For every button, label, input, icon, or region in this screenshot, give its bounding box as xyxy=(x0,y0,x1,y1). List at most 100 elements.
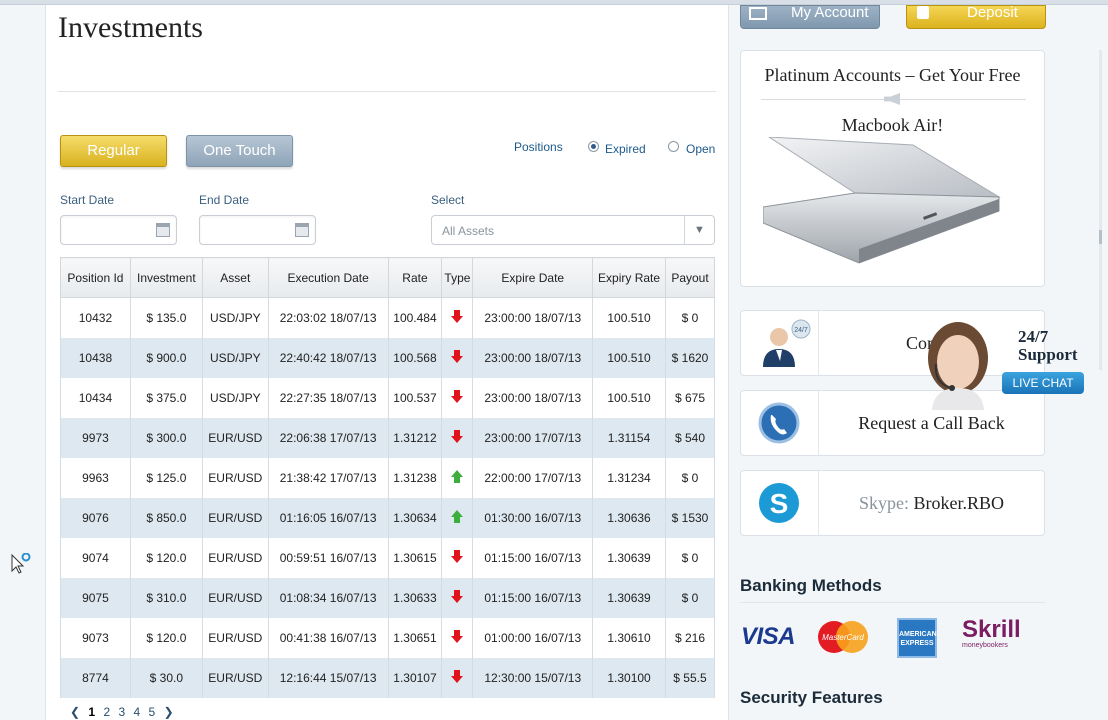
col-payout[interactable]: Payout xyxy=(664,257,716,298)
end-date-label: End Date xyxy=(199,193,250,207)
support-agent-icon: 24/7 xyxy=(763,319,811,367)
table-row[interactable]: 10438 $ 900.0 USD/JPY 22:40:42 18/07/13 100.… xyxy=(60,337,716,378)
cell-rate: 100.568 xyxy=(387,337,443,378)
arrow-down-icon xyxy=(451,309,464,323)
calendar-icon[interactable] xyxy=(156,223,170,237)
page-link[interactable]: 3 xyxy=(118,705,125,719)
cell-asset: EUR/USD xyxy=(201,657,269,698)
table-row[interactable]: 9973 $ 300.0 EUR/USD 22:06:38 17/07/13 1.312… xyxy=(60,417,716,458)
scrollbar[interactable] xyxy=(1093,50,1103,370)
arrow-up-icon xyxy=(451,509,464,523)
banking-methods-heading: Banking Methods xyxy=(740,576,882,595)
cell-expire-date: 01:30:00 16/07/13 xyxy=(472,497,594,538)
amex-line-1: AMERICAN xyxy=(899,631,937,638)
table-row[interactable]: 10432 $ 135.0 USD/JPY 22:03:02 18/07/13 100.… xyxy=(60,297,716,338)
skrill-text: Skrill xyxy=(962,616,1021,643)
col-type[interactable]: Type xyxy=(441,257,474,298)
expired-label[interactable]: Expired xyxy=(605,142,646,156)
arrow-down-icon xyxy=(451,429,464,443)
cell-payout: $ 55.5 xyxy=(664,657,716,698)
end-date-input[interactable] xyxy=(199,215,316,245)
cell-rate: 1.30615 xyxy=(387,537,443,578)
page-link[interactable]: 4 xyxy=(134,705,141,719)
cell-position-id: 9076 xyxy=(60,497,131,538)
col-execution-date[interactable]: Execution Date xyxy=(267,257,389,298)
start-date-input[interactable] xyxy=(60,215,177,245)
chevron-down-icon[interactable]: ▼ xyxy=(684,216,714,244)
regular-tab-button[interactable]: Regular xyxy=(60,135,167,167)
skype-icon-box: S xyxy=(741,471,819,535)
support-line-2: Support xyxy=(1018,345,1078,364)
promo-title: Platinum Accounts – Get Your Free xyxy=(764,65,1021,85)
megaphone-icon xyxy=(884,93,900,105)
skype-icon: S xyxy=(759,483,799,523)
mastercard-logo: MasterCard xyxy=(818,621,868,653)
calendar-icon[interactable] xyxy=(295,223,309,237)
table-row[interactable]: 9963 $ 125.0 EUR/USD 21:38:42 17/07/13 1.312… xyxy=(60,457,716,498)
cell-type xyxy=(441,337,474,378)
cell-expiry-rate: 1.31154 xyxy=(592,417,666,458)
banking-divider xyxy=(740,602,1045,603)
cell-rate: 100.537 xyxy=(387,377,443,418)
skype-text: Skype: Broker.RBO xyxy=(819,471,1044,535)
cell-payout: $ 216 xyxy=(664,617,716,658)
cell-execution-date: 00:59:51 16/07/13 xyxy=(267,537,389,578)
asset-select[interactable]: All Assets ▼ xyxy=(431,215,715,245)
cell-payout: $ 0 xyxy=(664,457,716,498)
my-account-button[interactable]: My Account xyxy=(740,5,880,29)
contact-icon-box: 24/7 xyxy=(741,311,819,375)
page-link[interactable]: 1 xyxy=(88,705,95,719)
cell-execution-date: 01:16:05 16/07/13 xyxy=(267,497,389,538)
arrow-down-icon xyxy=(451,669,464,683)
cell-investment: $ 375.0 xyxy=(129,377,203,418)
cell-asset: EUR/USD xyxy=(201,417,269,458)
prev-page-icon[interactable]: ❮ xyxy=(70,705,80,719)
cell-investment: $ 120.0 xyxy=(129,617,203,658)
table-row[interactable]: 9074 $ 120.0 EUR/USD 00:59:51 16/07/13 1.306… xyxy=(60,537,716,578)
page-link[interactable]: 5 xyxy=(149,705,156,719)
table-row[interactable]: 9076 $ 850.0 EUR/USD 01:16:05 16/07/13 1.306… xyxy=(60,497,716,538)
col-position-id[interactable]: Position Id xyxy=(60,257,131,298)
support-line-1: 24/7 xyxy=(1018,327,1049,346)
table-row[interactable]: 9075 $ 310.0 EUR/USD 01:08:34 16/07/13 1.306… xyxy=(60,577,716,618)
col-expiry-rate[interactable]: Expiry Rate xyxy=(592,257,666,298)
cell-investment: $ 30.0 xyxy=(129,657,203,698)
live-chat-widget[interactable]: 24/7 Support LIVE CHAT xyxy=(912,318,1098,410)
cell-expiry-rate: 100.510 xyxy=(592,337,666,378)
table-row[interactable]: 8774 $ 30.0 EUR/USD 12:16:44 15/07/13 1.3010… xyxy=(60,657,716,698)
cell-rate: 1.30651 xyxy=(387,617,443,658)
amex-logo: AMERICAN EXPRESS xyxy=(897,618,937,658)
cell-expire-date: 23:00:00 18/07/13 xyxy=(472,297,594,338)
one-touch-tab-button[interactable]: One Touch xyxy=(186,135,293,167)
open-radio[interactable] xyxy=(668,141,679,152)
col-rate[interactable]: Rate xyxy=(387,257,443,298)
cell-investment: $ 900.0 xyxy=(129,337,203,378)
cell-expiry-rate: 1.30610 xyxy=(592,617,666,658)
cell-investment: $ 850.0 xyxy=(129,497,203,538)
laptop-image xyxy=(763,137,1001,264)
cell-execution-date: 22:40:42 18/07/13 xyxy=(267,337,389,378)
skype-card[interactable]: S Skype: Broker.RBO xyxy=(740,470,1045,536)
table-row[interactable]: 9073 $ 120.0 EUR/USD 00:41:38 16/07/13 1.306… xyxy=(60,617,716,658)
open-label[interactable]: Open xyxy=(686,142,715,156)
live-chat-button[interactable]: LIVE CHAT xyxy=(1002,372,1084,394)
cell-execution-date: 22:03:02 18/07/13 xyxy=(267,297,389,338)
cell-position-id: 10438 xyxy=(60,337,131,378)
col-investment[interactable]: Investment xyxy=(129,257,203,298)
page-link[interactable]: 2 xyxy=(103,705,110,719)
cell-asset: EUR/USD xyxy=(201,457,269,498)
visa-logo: VISA xyxy=(741,623,796,650)
skype-label: Skype: xyxy=(858,493,909,513)
cell-execution-date: 21:38:42 17/07/13 xyxy=(267,457,389,498)
col-asset[interactable]: Asset xyxy=(201,257,269,298)
next-page-icon[interactable]: ❯ xyxy=(164,705,174,719)
cell-type xyxy=(441,617,474,658)
svg-text:S: S xyxy=(770,488,789,519)
col-expire-date[interactable]: Expire Date xyxy=(472,257,594,298)
expired-radio[interactable] xyxy=(588,141,599,152)
mastercard-text: MasterCard xyxy=(822,633,864,642)
macbook-promo[interactable]: Platinum Accounts – Get Your Free Macboo… xyxy=(740,50,1045,287)
phone-icon-box xyxy=(741,391,819,455)
deposit-button[interactable]: Deposit xyxy=(906,5,1046,29)
table-row[interactable]: 10434 $ 375.0 USD/JPY 22:27:35 18/07/13 100.… xyxy=(60,377,716,418)
